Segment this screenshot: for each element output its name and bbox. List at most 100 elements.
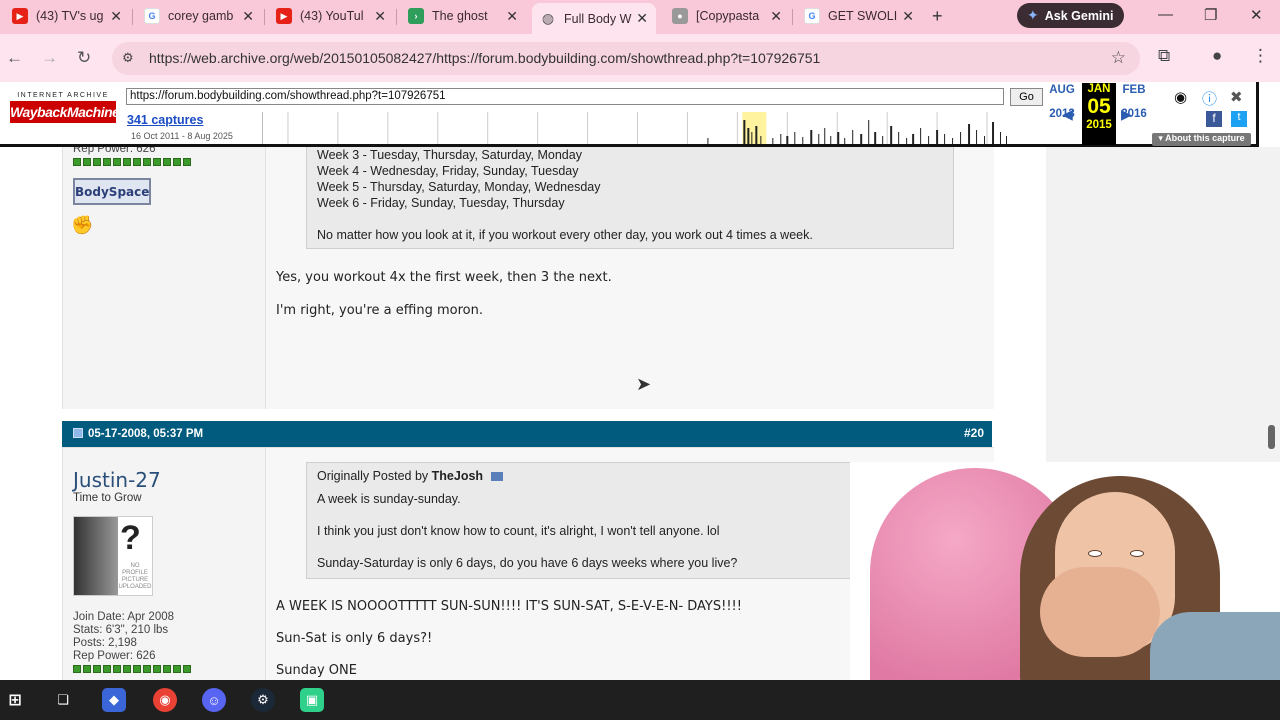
ask-gemini-button[interactable]: ✦ Ask Gemini [1017, 3, 1124, 28]
prev-capture-arrow-icon[interactable]: ◀ [1062, 106, 1073, 123]
close-tab-icon[interactable]: ✕ [636, 10, 648, 27]
task-view-icon[interactable]: ❏ [51, 688, 75, 712]
capture-sparkline[interactable] [262, 112, 1012, 144]
close-tab-icon[interactable]: ✕ [110, 8, 122, 25]
person-hand [1040, 567, 1160, 657]
help-icon[interactable]: ⓘ [1202, 88, 1217, 109]
new-tab-button[interactable]: + [932, 6, 943, 27]
google-icon: G [804, 8, 820, 24]
user-title: Time to Grow [73, 492, 142, 504]
join-date: Join Date: Apr 2008 [73, 611, 175, 623]
person-eye [1088, 550, 1102, 557]
quote-box: Week 3 - Tuesday, Thursday, Saturday, Mo… [306, 147, 954, 249]
close-tab-icon[interactable]: ✕ [506, 8, 518, 25]
tab-title: corey gamb [168, 9, 234, 23]
chrome-icon[interactable]: ◉ [153, 688, 177, 712]
message-line: I'm right, you're a effing moron. [276, 303, 483, 318]
youtube-icon: ▶ [276, 8, 292, 24]
quote-line: A week is sunday-sunday. [317, 492, 461, 506]
forward-icon[interactable]: → [41, 48, 58, 68]
youtube-icon: ▶ [12, 8, 28, 24]
windows-start-icon[interactable]: ⊞ [3, 688, 27, 712]
close-wayback-icon[interactable]: ✖ [1230, 88, 1243, 106]
tab-1[interactable]: ▶ (43) TV's ug ✕ [4, 3, 130, 29]
tab-title: Full Body W [564, 11, 632, 26]
person-eye [1130, 550, 1144, 557]
tab-3[interactable]: ▶ (43) YouTul ✕ [268, 3, 394, 29]
tab-7[interactable]: G GET SWOLI ✕ [796, 3, 922, 29]
twitter-icon[interactable]: t [1231, 111, 1247, 127]
wayback-toolbar: INTERNET ARCHIVE WaybackMachine https://… [0, 82, 1259, 147]
bookmark-star-icon[interactable]: ☆ [1111, 48, 1126, 68]
muscle-icon: ✊ [71, 215, 94, 235]
silhouette-icon [74, 517, 118, 595]
username-link[interactable]: Justin-27 [73, 468, 161, 492]
app-icon[interactable]: ▣ [300, 688, 324, 712]
extensions-icon[interactable]: ⧉ [1158, 46, 1170, 66]
close-tab-icon[interactable]: ✕ [770, 8, 782, 25]
cur-day: 05 [1087, 95, 1111, 118]
tab-5-active[interactable]: ◍ Full Body W ✕ [532, 3, 656, 34]
avatar-placeholder-text: NO PROFILE PICTURE UPLOADED [118, 563, 152, 590]
reputation-bar [73, 158, 191, 166]
user-stats: Stats: 6'3", 210 lbs [73, 624, 169, 636]
post-date: 05-17-2008, 05:37 PM [88, 428, 204, 440]
next-capture-month[interactable]: FEB 2016 [1117, 84, 1151, 120]
wayback-url-input[interactable]: https://forum.bodybuilding.com/showthrea… [126, 88, 1004, 105]
post-document-icon [73, 428, 83, 438]
current-capture-date: JAN 05 2015 [1082, 83, 1116, 145]
close-tab-icon[interactable]: ✕ [242, 8, 254, 25]
prev-month: AUG [1049, 84, 1075, 96]
quote-line: I think you just don't know how to count… [317, 524, 720, 538]
tab-6[interactable]: ● [Copypasta ✕ [664, 3, 790, 29]
address-url[interactable]: https://web.archive.org/web/201501050824… [149, 50, 820, 66]
capture-range: 16 Oct 2011 - 8 Aug 2025 [131, 131, 233, 141]
close-window-icon[interactable]: ✕ [1250, 6, 1263, 24]
about-capture-button[interactable]: ▾ About this capture [1152, 133, 1251, 146]
scrollbar-thumb[interactable] [1268, 425, 1275, 449]
minimize-icon[interactable]: — [1158, 6, 1173, 23]
mouse-cursor-icon: ➤ [636, 374, 652, 394]
reddit-icon: ● [672, 8, 688, 24]
address-bar[interactable]: ⚙ https://web.archive.org/web/2015010508… [112, 42, 1140, 75]
close-tab-icon[interactable]: ✕ [902, 8, 914, 25]
quote-line: Sunday-Saturday is only 6 days, do you h… [317, 556, 738, 570]
post-number-link[interactable]: #20 [964, 426, 984, 440]
restore-icon[interactable]: ❐ [1204, 6, 1217, 24]
steam-icon[interactable]: ⚙ [251, 688, 275, 712]
site-info-icon[interactable]: ⚙ [122, 50, 134, 66]
wayback-logo[interactable]: INTERNET ARCHIVE WaybackMachine [10, 92, 120, 123]
facebook-icon[interactable]: f [1206, 111, 1222, 127]
message-line: Yes, you workout 4x the first week, then… [276, 270, 612, 285]
quote-attribution: Originally Posted by TheJosh [317, 469, 503, 483]
discord-icon[interactable]: ☺ [202, 688, 226, 712]
cur-month: JAN [1087, 83, 1111, 95]
quote-prefix: Originally Posted by [317, 469, 429, 483]
captures-link[interactable]: 341 captures [127, 113, 203, 127]
globe-icon: ◍ [541, 10, 555, 26]
gemini-sparkle-icon: ✦ [1027, 7, 1039, 23]
quote-line: Week 3 - Tuesday, Thursday, Saturday, Mo… [317, 148, 582, 162]
profile-avatar-icon[interactable]: ● [1212, 46, 1222, 66]
cur-year: 2015 [1086, 119, 1112, 131]
quote-author: TheJosh [431, 469, 484, 483]
avatar[interactable]: ? NO PROFILE PICTURE UPLOADED [73, 516, 153, 596]
quote-line: Week 6 - Friday, Sunday, Tuesday, Thursd… [317, 196, 565, 210]
message-line: Sun-Sat is only 6 days?! [276, 631, 433, 646]
reload-icon[interactable]: ↻ [77, 48, 91, 68]
gemini-label: Ask Gemini [1044, 8, 1114, 23]
view-post-icon[interactable] [490, 472, 503, 482]
close-tab-icon[interactable]: ✕ [374, 8, 386, 25]
tab-2[interactable]: G corey gamb ✕ [136, 3, 262, 29]
roblox-icon[interactable]: ◆ [102, 688, 126, 712]
bodyspace-button[interactable]: BodySpace [73, 178, 151, 205]
google-icon: G [144, 8, 160, 24]
back-icon[interactable]: ← [6, 48, 23, 68]
user-account-icon[interactable]: ◉ [1174, 88, 1187, 106]
menu-icon[interactable]: ⋮ [1252, 46, 1269, 66]
wayback-go-button[interactable]: Go [1010, 88, 1043, 106]
wayback-logo-top: INTERNET ARCHIVE [17, 92, 109, 99]
post-header-20: 05-17-2008, 05:37 PM #20 [62, 421, 992, 447]
tab-title: The ghost [432, 9, 488, 23]
tab-4[interactable]: › The ghost ✕ [400, 3, 526, 29]
